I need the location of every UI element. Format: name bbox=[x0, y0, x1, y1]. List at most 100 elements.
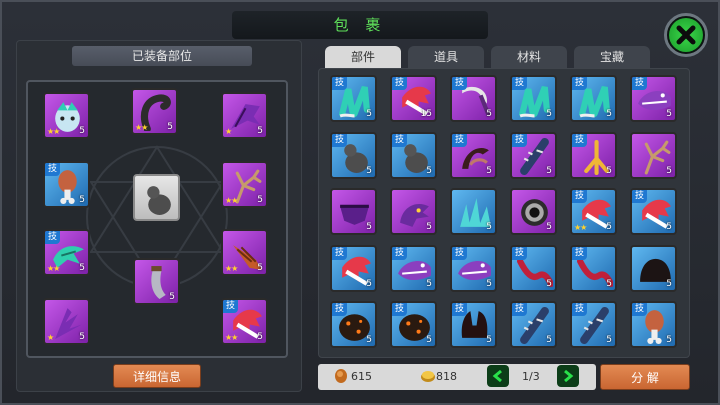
item-slot[interactable]: 技5 bbox=[390, 244, 437, 292]
item-slot[interactable]: 技5 bbox=[330, 244, 377, 292]
item-count: 5 bbox=[426, 278, 432, 289]
tab-treasures[interactable]: 宝藏 bbox=[574, 46, 650, 68]
star-rating: ★★ bbox=[225, 196, 238, 205]
star-rating: ★★ bbox=[47, 264, 60, 273]
skill-tag: 技 bbox=[392, 246, 407, 260]
next-page-button[interactable] bbox=[557, 365, 579, 387]
skill-tag: 技 bbox=[452, 77, 467, 90]
item-slot[interactable]: 技5 bbox=[570, 244, 617, 292]
item-slot[interactable]: ★ 5 bbox=[221, 92, 268, 139]
item-slot[interactable]: 技5 bbox=[390, 131, 437, 179]
star-rating: ★ bbox=[47, 333, 54, 342]
tab-materials[interactable]: 材料 bbox=[491, 46, 567, 68]
skill-tag: 技 bbox=[332, 133, 347, 147]
equipped-header: 已装备部位 bbox=[72, 46, 252, 66]
item-slot[interactable]: 技5 bbox=[570, 131, 617, 179]
skill-tag: 技 bbox=[572, 246, 587, 260]
item-slot[interactable]: 技5 bbox=[330, 75, 377, 122]
skill-tag: 技 bbox=[512, 246, 527, 260]
item-count: 15 bbox=[420, 109, 432, 119]
chevron-left-icon bbox=[492, 369, 502, 383]
item-slot[interactable]: 技5 bbox=[450, 131, 497, 179]
item-count: 5 bbox=[257, 195, 263, 205]
item-count: 5 bbox=[666, 109, 672, 119]
item-slot[interactable]: 技 ★★ 5 bbox=[43, 229, 90, 276]
item-slot[interactable]: 技5 bbox=[510, 244, 557, 292]
item-slot[interactable]: 技5 bbox=[570, 301, 617, 348]
item-count: 5 bbox=[79, 195, 85, 205]
item-count: 5 bbox=[366, 222, 372, 232]
item-slot[interactable]: 5 bbox=[630, 244, 677, 292]
item-slot[interactable]: 技5 bbox=[330, 131, 377, 179]
item-count: 5 bbox=[666, 278, 672, 289]
item-slot[interactable]: 技5 bbox=[450, 301, 497, 348]
item-count: 5 bbox=[366, 278, 372, 289]
item-slot[interactable]: 5 bbox=[450, 188, 497, 235]
item-slot[interactable]: ★★ 5 bbox=[43, 92, 90, 139]
item-slot[interactable]: ★★ 5 bbox=[131, 88, 178, 135]
detail-info-button[interactable]: 详细信息 bbox=[113, 364, 201, 388]
skill-tag: 技 bbox=[632, 190, 647, 203]
item-count: 5 bbox=[366, 109, 372, 119]
star-rating: ★ bbox=[225, 127, 232, 136]
item-count: 5 bbox=[546, 165, 552, 176]
item-count: 5 bbox=[666, 222, 672, 232]
gourd-icon bbox=[147, 186, 171, 215]
item-slot[interactable]: 技5 bbox=[450, 244, 497, 292]
item-count: 5 bbox=[486, 109, 492, 119]
skill-tag: 技 bbox=[392, 133, 407, 147]
item-slot[interactable]: 技5 bbox=[510, 131, 557, 179]
item-slot[interactable]: 技5 bbox=[510, 75, 557, 122]
item-slot[interactable] bbox=[133, 174, 180, 221]
item-slot[interactable]: 技 ★★ 5 bbox=[221, 298, 268, 345]
item-slot[interactable]: 技5 bbox=[330, 301, 377, 348]
skill-tag: 技 bbox=[512, 77, 527, 90]
item-count: 5 bbox=[666, 165, 672, 176]
item-count: 5 bbox=[486, 222, 492, 232]
item-count: 5 bbox=[426, 222, 432, 232]
item-count: 5 bbox=[167, 122, 173, 132]
item-slot[interactable]: 技5 bbox=[630, 301, 677, 348]
skill-tag: 技 bbox=[572, 77, 587, 90]
item-count: 5 bbox=[606, 109, 612, 119]
item-slot[interactable]: 技5 bbox=[510, 301, 557, 348]
item-slot[interactable]: 技 15 bbox=[390, 75, 437, 122]
item-slot[interactable]: 5 bbox=[133, 258, 180, 305]
item-slot[interactable]: 技 ★★ 5 bbox=[570, 188, 617, 235]
item-slot[interactable]: 5 bbox=[330, 188, 377, 235]
star-rating: ★★ bbox=[225, 264, 238, 273]
item-slot[interactable]: 技5 bbox=[450, 75, 497, 122]
prev-page-button[interactable] bbox=[487, 365, 509, 387]
item-slot[interactable]: 技5 bbox=[43, 161, 90, 208]
tab-items[interactable]: 道具 bbox=[408, 46, 484, 68]
item-slot[interactable]: 技5 bbox=[390, 301, 437, 348]
item-slot[interactable]: 5 bbox=[630, 131, 677, 179]
page-indicator: 1/3 bbox=[522, 370, 540, 383]
item-count: 5 bbox=[486, 165, 492, 176]
skill-tag: 技 bbox=[572, 303, 587, 316]
item-count: 5 bbox=[169, 292, 175, 302]
item-slot[interactable]: 5 bbox=[390, 188, 437, 235]
decompose-button[interactable]: 分 解 bbox=[600, 364, 690, 390]
skill-tag: 技 bbox=[332, 303, 347, 316]
item-slot[interactable]: 技5 bbox=[630, 75, 677, 122]
item-count: 5 bbox=[426, 165, 432, 176]
skill-tag: 技 bbox=[392, 77, 407, 90]
skill-tag: 技 bbox=[332, 77, 347, 90]
item-count: 5 bbox=[257, 263, 263, 273]
item-slot[interactable]: 5 bbox=[510, 188, 557, 235]
item-count: 5 bbox=[546, 109, 552, 119]
skill-tag: 技 bbox=[452, 246, 467, 260]
currency1-value: 615 bbox=[351, 370, 372, 383]
item-count: 5 bbox=[486, 335, 492, 345]
item-slot[interactable]: 技5 bbox=[570, 75, 617, 122]
item-slot[interactable]: ★★ 5 bbox=[221, 161, 268, 208]
item-count: 5 bbox=[606, 278, 612, 289]
item-count: 5 bbox=[426, 335, 432, 345]
item-slot[interactable]: 技5 bbox=[630, 188, 677, 235]
item-slot[interactable]: ★ 5 bbox=[43, 298, 90, 345]
tab-parts[interactable]: 部件 bbox=[325, 46, 401, 68]
gold-currency-icon bbox=[421, 371, 435, 382]
close-button[interactable] bbox=[664, 13, 708, 57]
item-slot[interactable]: ★★ 5 bbox=[221, 229, 268, 276]
